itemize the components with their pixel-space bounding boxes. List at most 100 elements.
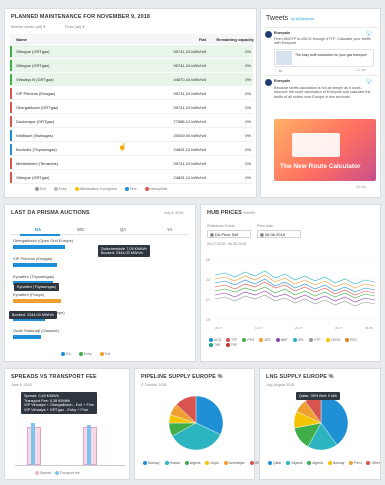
table-row[interactable]: VIP Pirineos (Enagas) 99741,24 kWh/h/d 0% bbox=[10, 87, 253, 100]
legend-item[interactable]: GPL bbox=[292, 338, 304, 343]
legend-label: PSV bbox=[350, 338, 357, 342]
table-row[interactable]: Oltingue (GRTgaz) 99741,24 kWh/h/d 0% bbox=[10, 59, 253, 72]
tweet-user[interactable]: Enerpole bbox=[274, 79, 290, 83]
legend-item[interactable]: Nigeria bbox=[286, 461, 302, 466]
lng-pie[interactable] bbox=[292, 394, 350, 457]
legend-item[interactable]: NBP bbox=[275, 338, 288, 343]
maintenance-title: PLANNED MAINTENANCE FOR NOVEMBER 9, 2018 bbox=[11, 14, 151, 20]
column-name[interactable]: Name bbox=[16, 37, 27, 42]
column-flat[interactable]: Flat bbox=[158, 37, 206, 42]
legend-label: TRF bbox=[230, 343, 238, 347]
legend-item[interactable]: ZEE bbox=[259, 338, 271, 343]
legend-swatch bbox=[209, 343, 213, 348]
legend-item[interactable]: THE bbox=[209, 343, 221, 348]
table-row[interactable]: Oltingue (GRTgaz) 99741,24 kWh/h/d 0% bbox=[10, 45, 253, 58]
row-value: 99741,24 kWh/h/d bbox=[173, 161, 206, 166]
tab-ya[interactable]: YA bbox=[167, 227, 172, 232]
legend-item[interactable]: Algeria bbox=[307, 461, 323, 466]
legend-item[interactable]: Firm bbox=[124, 187, 137, 192]
tab-da[interactable]: DA bbox=[35, 227, 41, 232]
legend-item[interactable]: CEGH bbox=[325, 338, 340, 343]
legend-item[interactable]: Maintenance in progress bbox=[74, 187, 117, 192]
legend-item[interactable]: Peru bbox=[349, 461, 361, 466]
legend-swatch bbox=[99, 352, 104, 357]
auctions-card: LAST DA PRISMA AUCTIONS July 8, 2018 DA … bbox=[4, 204, 196, 362]
legend-item[interactable]: Norway bbox=[327, 461, 344, 466]
price-lines bbox=[214, 270, 376, 307]
y-tick: 21 bbox=[206, 298, 210, 302]
series-line bbox=[214, 274, 376, 289]
legend-item[interactable]: Algeria bbox=[184, 461, 200, 466]
legend-item[interactable]: NCG bbox=[209, 338, 221, 343]
legend-item[interactable]: Azerbaijan bbox=[223, 461, 245, 466]
legend-item[interactable]: TTF bbox=[226, 338, 237, 343]
tweet-user[interactable]: Enerpole bbox=[274, 31, 290, 35]
price-date-input[interactable]: ▦ 06.08.2018 bbox=[257, 230, 301, 238]
table-row[interactable]: Dunkerque (GRTgaz) 77586,12 kWh/h/d 0% bbox=[10, 115, 253, 128]
pipeline-unit: % bbox=[217, 374, 223, 380]
twitter-bird-icon[interactable]: 🐦︎ bbox=[366, 79, 372, 85]
fee-bar[interactable] bbox=[31, 423, 35, 465]
legend-item[interactable]: Other bbox=[366, 461, 380, 466]
table-row[interactable]: Obergailbach (GRTgaz) 99741,24 kWh/h/d 0% bbox=[10, 101, 253, 114]
table-row[interactable]: Wallbach (Swissgas) 20000,00 kWh/h/d 0% bbox=[10, 129, 253, 142]
tweet-actions[interactable]: ♡ ⇄ bbox=[274, 68, 282, 73]
auction-bar[interactable] bbox=[13, 263, 57, 267]
fee-bar[interactable] bbox=[87, 425, 91, 465]
row-value: 20000,00 kWh/h/d bbox=[173, 133, 206, 138]
lng-subtitle: July, August 2018 bbox=[266, 383, 295, 387]
table-row[interactable]: Virtualys B (GRTgaz) 44870,16 kWh/h/d 0% bbox=[10, 73, 253, 86]
auction-bar[interactable] bbox=[13, 335, 41, 339]
price-type-value: DA Price Sell bbox=[214, 232, 239, 237]
legend-swatch bbox=[327, 461, 332, 466]
legend-item[interactable]: PSV bbox=[345, 338, 357, 343]
legend-label[interactable]: Transport fee bbox=[60, 471, 80, 475]
legend-item[interactable]: DA bbox=[61, 352, 71, 357]
price-range: 06.07.2018 - 06.08.2018 bbox=[207, 242, 247, 246]
legend-item[interactable]: Interruptible bbox=[144, 187, 167, 192]
legend-item[interactable]: Entry bbox=[53, 187, 67, 192]
flow-filter[interactable]: Flow (all) ▾ bbox=[65, 24, 84, 29]
table-row[interactable]: Medelsheim (Terranets) 99741,24 kWh/h/d 0% bbox=[10, 157, 253, 170]
legend-item[interactable]: PEG bbox=[242, 338, 254, 343]
legend-swatch bbox=[35, 471, 39, 476]
legend-item[interactable]: VTP bbox=[309, 338, 321, 343]
series-line bbox=[214, 270, 376, 285]
tweet-link-card[interactable]: The easy tariff calculation for your gas… bbox=[274, 49, 374, 67]
legend-swatch bbox=[78, 352, 83, 357]
table-row[interactable]: Oltingue (GRTgaz) 24891,12 kWh/h/d 0% bbox=[10, 171, 253, 184]
lng-pie-svg bbox=[293, 395, 349, 451]
legend-item[interactable]: Norway bbox=[143, 461, 160, 466]
legend-item[interactable]: Exit bbox=[35, 187, 46, 192]
legend-swatch bbox=[184, 461, 189, 466]
y-tick: 19 bbox=[206, 318, 210, 322]
legend-item[interactable]: Russia bbox=[164, 461, 180, 466]
divider bbox=[265, 27, 378, 28]
pipeline-pie[interactable] bbox=[167, 394, 225, 457]
tab-wd[interactable]: WD bbox=[77, 227, 84, 232]
hub-price-chart[interactable]: 25 23 21 19 06.07 14.07 22.07 30.07 06.08 bbox=[205, 251, 378, 333]
avatar[interactable] bbox=[265, 79, 272, 86]
svg-text:22.07: 22.07 bbox=[295, 326, 303, 330]
row-name: Oltingue (GRTgaz) bbox=[16, 63, 50, 68]
spreads-legend: Spread Transport fee bbox=[35, 471, 80, 476]
table-row[interactable]: Bocholtz (Thyssengas) 24891,12 kWh/h/d 0% bbox=[10, 143, 253, 156]
auction-bar[interactable] bbox=[13, 245, 65, 249]
legend-swatch bbox=[242, 338, 247, 343]
legend-item[interactable]: Entry bbox=[78, 352, 92, 357]
legend-item[interactable]: Exit bbox=[99, 352, 110, 357]
tab-qa[interactable]: QA bbox=[120, 227, 126, 232]
legend-item[interactable]: TRF bbox=[225, 343, 238, 348]
column-capacity[interactable]: Remaining capacity bbox=[210, 37, 254, 42]
market-filter[interactable]: Market areas (all) ▾ bbox=[11, 24, 45, 29]
legend-item[interactable]: Libya bbox=[205, 461, 219, 466]
auction-bar[interactable] bbox=[13, 299, 61, 303]
x-ticks: 06.07 14.07 22.07 30.07 06.08 bbox=[215, 326, 373, 330]
tweets-by[interactable]: by @Gazprom bbox=[291, 17, 314, 21]
legend-item[interactable]: Qatar bbox=[268, 461, 281, 466]
avatar[interactable] bbox=[265, 31, 272, 38]
tweet-image[interactable]: The New Route Calculator bbox=[274, 119, 376, 181]
link-thumbnail bbox=[276, 51, 292, 65]
legend-label[interactable]: Spread bbox=[40, 471, 51, 475]
price-type-select[interactable]: ▦ DA Price Sell bbox=[207, 230, 251, 238]
